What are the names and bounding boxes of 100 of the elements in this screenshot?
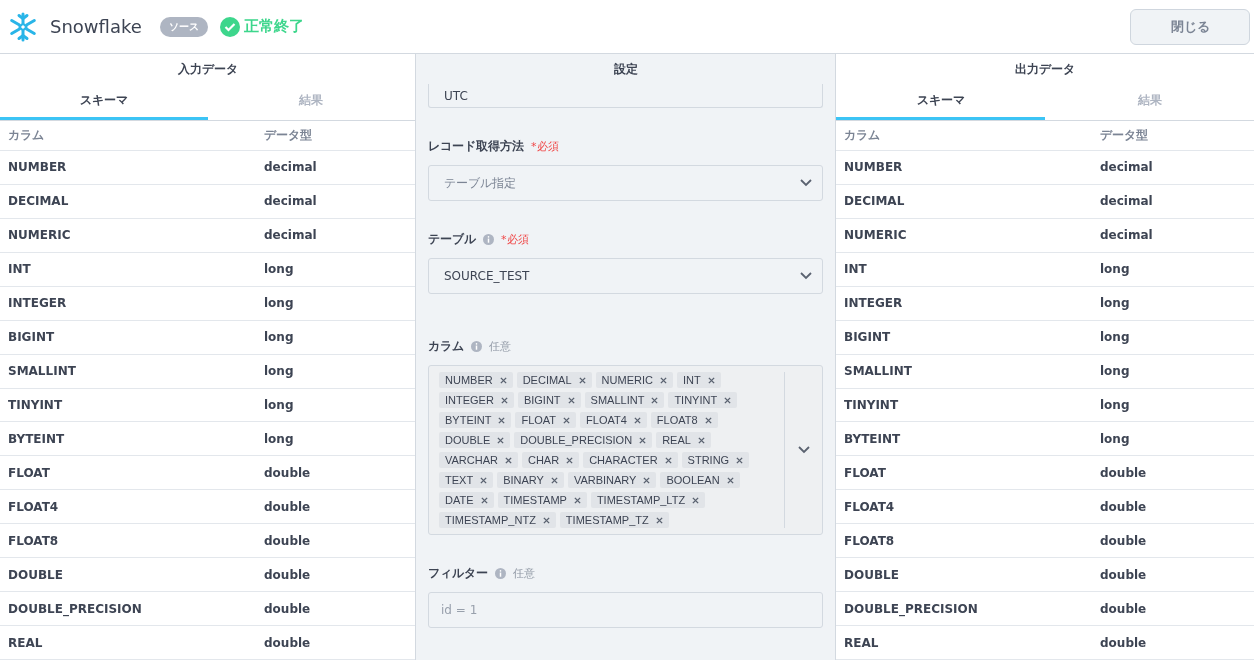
table-cell-text: NUMERIC bbox=[8, 228, 72, 243]
remove-icon[interactable] bbox=[724, 396, 732, 404]
remove-icon[interactable] bbox=[664, 456, 672, 464]
table-cell-text: NUMBER bbox=[8, 160, 68, 175]
table-cell-text: double bbox=[264, 567, 312, 582]
remove-icon[interactable] bbox=[567, 396, 575, 404]
tag-chip: FLOAT8 bbox=[650, 412, 718, 428]
chevron-down-icon bbox=[800, 179, 812, 187]
table-cell-text: long bbox=[264, 262, 295, 277]
remove-icon[interactable] bbox=[659, 376, 667, 384]
remove-icon[interactable] bbox=[655, 516, 663, 524]
tag-chip: SMALLINT bbox=[584, 392, 665, 408]
required-note: *必須 bbox=[531, 139, 559, 154]
table-cell-text: DOUBLE bbox=[844, 567, 900, 582]
table-cell-text: long bbox=[1100, 397, 1131, 412]
table-cell-text: long bbox=[1100, 330, 1131, 345]
table-cell-text: double bbox=[264, 499, 312, 514]
tag-chip: VARBINARY bbox=[567, 472, 657, 488]
remove-icon[interactable] bbox=[480, 476, 488, 484]
chevron-down-icon bbox=[800, 272, 812, 280]
table-cell-text: double bbox=[264, 465, 312, 480]
tag-chip: CHAR bbox=[522, 452, 580, 468]
tag-chip: DECIMAL bbox=[516, 372, 592, 388]
field-label: レコード取得方法 bbox=[428, 138, 524, 155]
panel-title: 入力データ bbox=[176, 61, 239, 78]
table-cell-text: double bbox=[1100, 601, 1148, 616]
tag-chip: FLOAT bbox=[515, 412, 577, 428]
tag-chip: NUMERIC bbox=[595, 372, 673, 388]
table-cell-text: decimal bbox=[1100, 228, 1154, 243]
remove-icon[interactable] bbox=[573, 496, 581, 504]
table-cell-text: long bbox=[1100, 364, 1131, 379]
tag-chip: TIMESTAMP bbox=[497, 492, 587, 508]
filter-input[interactable]: id = 1 bbox=[428, 592, 823, 628]
table-cell-text: double bbox=[264, 601, 312, 616]
remove-icon[interactable] bbox=[651, 396, 659, 404]
remove-icon[interactable] bbox=[643, 476, 651, 484]
remove-icon[interactable] bbox=[550, 476, 558, 484]
table-cell-text: FLOAT bbox=[8, 465, 51, 480]
table-cell-text: REAL bbox=[844, 635, 880, 650]
table-cell-text: NUMERIC bbox=[844, 228, 908, 243]
table-cell-text: SMALLINT bbox=[8, 364, 77, 379]
tag-chip: TIMESTAMP_NTZ bbox=[439, 512, 556, 528]
table-cell-text: INT bbox=[844, 262, 868, 277]
select-field[interactable]: SOURCE_TEST bbox=[428, 258, 823, 294]
remove-icon[interactable] bbox=[499, 376, 507, 384]
table-cell-text: decimal bbox=[264, 160, 318, 175]
table-cell-text: REAL bbox=[8, 635, 44, 650]
table-cell-text: FLOAT4 bbox=[8, 499, 60, 514]
remove-icon[interactable] bbox=[704, 416, 712, 424]
optional-note: 任意 bbox=[513, 566, 535, 581]
field-label: テーブル bbox=[428, 231, 476, 248]
table-cell-text: long bbox=[264, 397, 295, 412]
select-field[interactable]: テーブル指定 bbox=[428, 165, 823, 201]
tab[interactable]: スキーマ bbox=[836, 84, 1045, 120]
table-cell-text: double bbox=[1100, 567, 1148, 582]
tag-chip: NUMBER bbox=[439, 372, 513, 388]
table-cell-text: long bbox=[1100, 431, 1131, 446]
table-cell-text: BIGINT bbox=[844, 330, 892, 345]
tag-chip: TEXT bbox=[439, 472, 494, 488]
tag-chip: VARCHAR bbox=[439, 452, 518, 468]
column-header: カラム bbox=[8, 126, 45, 144]
table-cell-text: long bbox=[264, 364, 295, 379]
tag-chip: DOUBLE bbox=[439, 432, 511, 448]
remove-icon[interactable] bbox=[497, 436, 505, 444]
remove-icon[interactable] bbox=[500, 396, 508, 404]
table-cell-text: double bbox=[264, 635, 312, 650]
tab[interactable]: スキーマ bbox=[0, 84, 208, 120]
table-cell-text: decimal bbox=[1100, 160, 1154, 175]
table-cell-text: decimal bbox=[264, 194, 318, 209]
tag-chip: TIMESTAMP_LTZ bbox=[590, 492, 706, 508]
remove-icon[interactable] bbox=[578, 376, 586, 384]
table-cell-text: long bbox=[264, 431, 295, 446]
table-cell-text: INT bbox=[8, 262, 32, 277]
tag-chip: FLOAT4 bbox=[580, 412, 647, 428]
table-cell-text: INTEGER bbox=[844, 296, 904, 311]
remove-icon[interactable] bbox=[692, 496, 700, 504]
timezone-field[interactable]: UTC bbox=[428, 84, 823, 108]
remove-icon[interactable] bbox=[480, 496, 488, 504]
remove-icon[interactable] bbox=[505, 456, 512, 464]
table-cell-text: DOUBLE bbox=[8, 567, 64, 582]
remove-icon[interactable] bbox=[726, 476, 734, 484]
remove-icon[interactable] bbox=[633, 416, 641, 424]
table-cell-text: FLOAT8 bbox=[8, 533, 60, 548]
remove-icon[interactable] bbox=[707, 376, 715, 384]
table-cell-text: BYTEINT bbox=[844, 431, 902, 446]
remove-icon[interactable] bbox=[498, 416, 506, 424]
remove-icon[interactable] bbox=[736, 456, 744, 464]
remove-icon[interactable] bbox=[566, 456, 574, 464]
tag-chip: BOOLEAN bbox=[660, 472, 740, 488]
tag-chip: TIMESTAMP_TZ bbox=[559, 512, 669, 528]
remove-icon[interactable] bbox=[542, 516, 550, 524]
column-header: データ型 bbox=[1100, 126, 1149, 144]
table-cell-text: double bbox=[1100, 499, 1148, 514]
remove-icon[interactable] bbox=[639, 436, 647, 444]
remove-icon[interactable] bbox=[697, 436, 705, 444]
multi-select-field[interactable] bbox=[428, 365, 823, 535]
panel-title: 設定 bbox=[612, 61, 639, 78]
remove-icon[interactable] bbox=[563, 416, 571, 424]
table-cell-text: DOUBLE_PRECISION bbox=[8, 601, 143, 616]
table-cell-text: decimal bbox=[1100, 194, 1154, 209]
